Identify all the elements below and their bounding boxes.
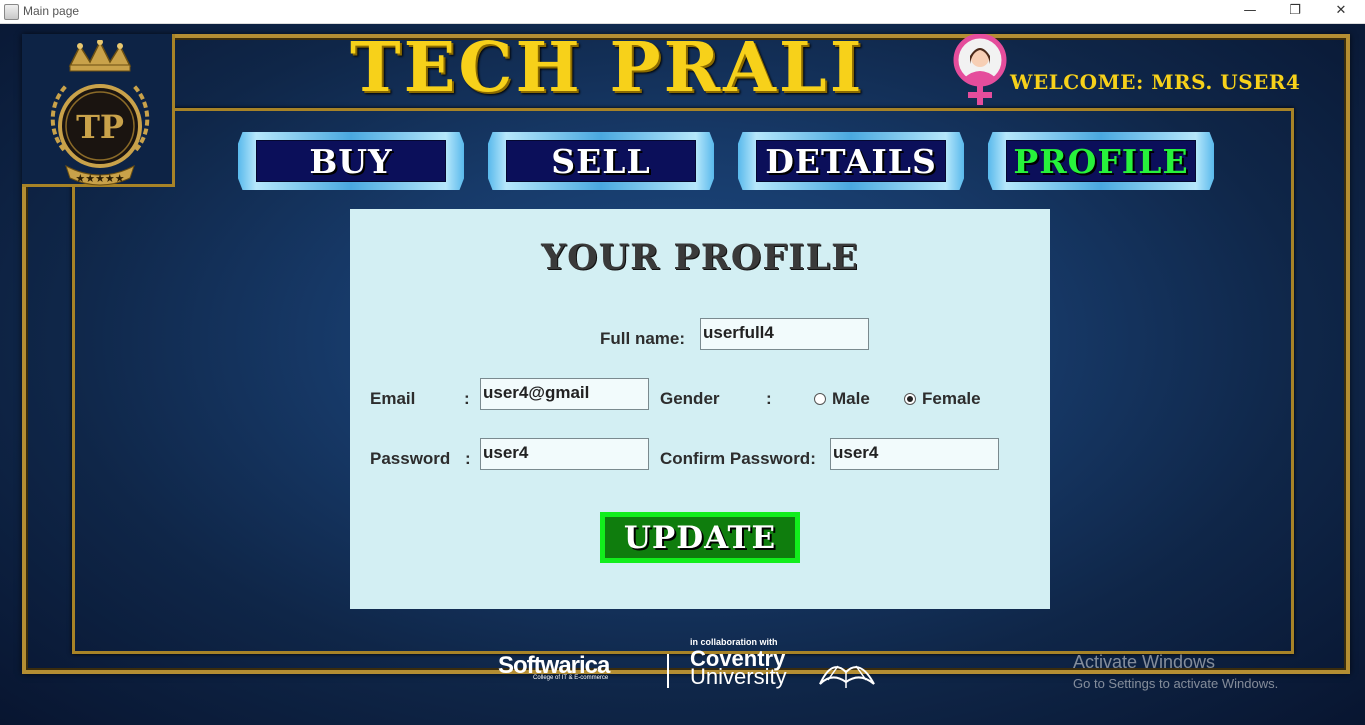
password-field[interactable]: user4 [480,438,649,470]
gender-female-label: Female [922,389,981,408]
nav-details-button[interactable]: DETAILS [738,132,964,190]
watermark-line2: Go to Settings to activate Windows. [1073,676,1279,691]
profile-title: YOUR PROFILE [541,237,859,278]
email-field[interactable]: user4@gmail [480,378,649,410]
restore-button[interactable]: ❐ [1280,2,1310,20]
gender-male-label: Male [832,389,870,408]
java-app-icon [4,4,19,20]
softwarica-subtitle: College of IT & E-commerce [533,675,609,681]
stars-icon: ★★★★★ [75,172,124,185]
close-button[interactable]: ✕ [1326,2,1356,20]
activate-windows-watermark: Activate Windows Go to Settings to activ… [1073,652,1278,691]
nav-details-label: DETAILS [756,140,946,182]
gender-male-radio[interactable]: Male [814,389,870,409]
password-colon: : [465,449,471,468]
coventry-line2: University [690,664,787,689]
nav-buy-button[interactable]: BUY [238,132,464,190]
tp-logo: TP ★★★★★ [50,40,150,186]
coventry-logo: Coventry University [690,648,787,689]
confirm-password-label: Confirm Password: [660,449,816,468]
nav-buy-label: BUY [256,140,446,182]
nav-sell-button[interactable]: SELL [488,132,714,190]
brand-title: TECH PRALI [350,28,865,108]
radio-unchecked-icon [814,393,826,405]
update-label: UPDATE [605,517,795,558]
gender-female-radio[interactable]: Female [904,389,981,409]
gender-label: Gender [660,389,720,408]
welcome-text: WELCOME: MRS. USER4 [1010,70,1301,94]
crown-icon [68,40,132,72]
female-user-avatar-icon [953,34,1007,105]
window-titlebar: Main page — ❐ ✕ [0,0,1365,24]
email-label: Email [370,389,416,408]
email-colon: : [464,389,470,408]
window-title: Main page [23,4,80,18]
watermark-line1: Activate Windows [1073,652,1216,672]
profile-panel: YOUR PROFILE Full name: userfull4 Email … [350,209,1050,609]
update-button[interactable]: UPDATE [600,512,800,563]
full-name-field[interactable]: userfull4 [700,318,869,350]
password-label: Password [370,449,451,468]
logo-text: TP [76,108,124,146]
nav-sell-label: SELL [506,140,696,182]
minimize-button[interactable]: — [1235,2,1265,20]
nav-profile-button[interactable]: PROFILE [988,132,1214,190]
phoenix-icon [819,665,875,688]
footer-divider [667,654,669,688]
full-name-label: Full name: [600,329,686,348]
confirm-password-field[interactable]: user4 [830,438,999,470]
gender-colon: : [766,389,772,408]
radio-checked-icon [904,393,916,405]
nav-profile-label: PROFILE [1006,140,1196,182]
